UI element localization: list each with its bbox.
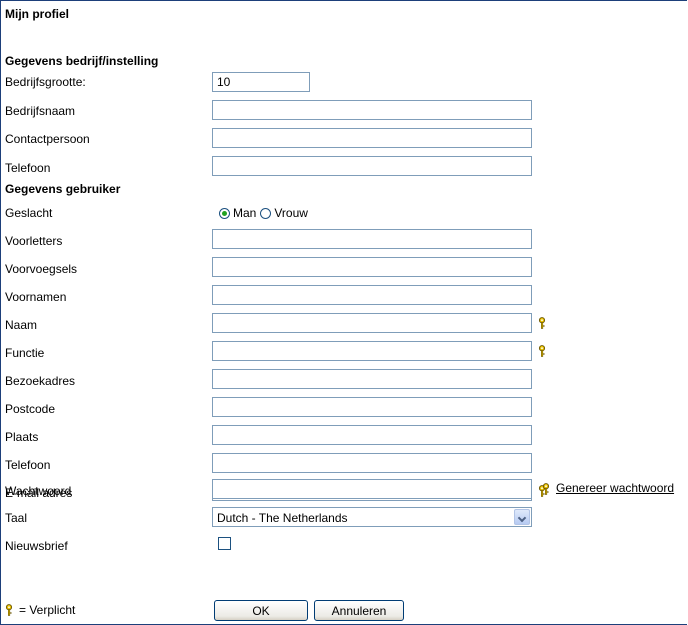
label-first-names: Voornamen — [5, 290, 67, 304]
company-size-input[interactable] — [212, 72, 310, 92]
gender-radio-male[interactable] — [219, 207, 230, 219]
label-city: Plaats — [5, 430, 39, 444]
password-input[interactable] — [212, 479, 532, 499]
ok-button[interactable]: OK — [214, 600, 308, 621]
key-icon — [542, 483, 550, 495]
language-select-value: Dutch - The Netherlands — [217, 511, 348, 525]
company-phone-input[interactable] — [212, 156, 532, 176]
label-password: Wachtwoord — [5, 484, 72, 498]
label-gender: Geslacht — [5, 206, 53, 220]
key-icon — [5, 604, 13, 616]
language-select[interactable]: Dutch - The Netherlands — [212, 507, 532, 527]
label-newsletter: Nieuwsbrief — [5, 539, 68, 553]
gender-radio-female[interactable] — [260, 207, 272, 219]
section-title-company: Gegevens bedrijf/instelling — [5, 54, 159, 68]
label-function: Functie — [5, 346, 45, 360]
function-input[interactable] — [212, 341, 532, 361]
key-icon — [538, 317, 546, 329]
required-legend-text: = Verplicht — [19, 603, 76, 617]
user-phone-input[interactable] — [212, 453, 532, 473]
page-title: Mijn profiel — [5, 7, 69, 21]
label-prefixes: Voorvoegsels — [5, 262, 78, 276]
label-last-name: Naam — [5, 318, 38, 332]
label-user-phone: Telefoon — [5, 458, 51, 472]
gender-label-male: Man — [233, 206, 257, 220]
gender-label-female: Vrouw — [274, 206, 308, 220]
label-company-name: Bedrijfsnaam — [5, 104, 76, 118]
postcode-input[interactable] — [212, 397, 532, 417]
cancel-button[interactable]: Annuleren — [314, 600, 404, 621]
label-visit-address: Bezoekadres — [5, 374, 76, 388]
contact-input[interactable] — [212, 128, 532, 148]
last-name-input[interactable] — [212, 313, 532, 333]
generate-password-link[interactable]: Genereer wachtwoord — [556, 481, 674, 495]
label-postcode: Postcode — [5, 402, 56, 416]
visit-address-input[interactable] — [212, 369, 532, 389]
chevron-down-icon[interactable] — [514, 509, 530, 525]
label-language: Taal — [5, 511, 28, 525]
label-company-size: Bedrijfsgrootte: — [5, 75, 86, 89]
key-icon — [538, 345, 546, 357]
city-input[interactable] — [212, 425, 532, 445]
first-names-input[interactable] — [212, 285, 532, 305]
section-title-user: Gegevens gebruiker — [5, 182, 121, 196]
gender-radio-group: Man Vrouw — [219, 205, 312, 221]
label-initials: Voorletters — [5, 234, 63, 248]
label-contact: Contactpersoon — [5, 132, 90, 146]
newsletter-checkbox[interactable] — [218, 537, 231, 550]
prefixes-input[interactable] — [212, 257, 532, 277]
required-legend: = Verplicht — [5, 603, 75, 617]
company-name-input[interactable] — [212, 100, 532, 120]
initials-input[interactable] — [212, 229, 532, 249]
label-company-phone: Telefoon — [5, 161, 51, 175]
